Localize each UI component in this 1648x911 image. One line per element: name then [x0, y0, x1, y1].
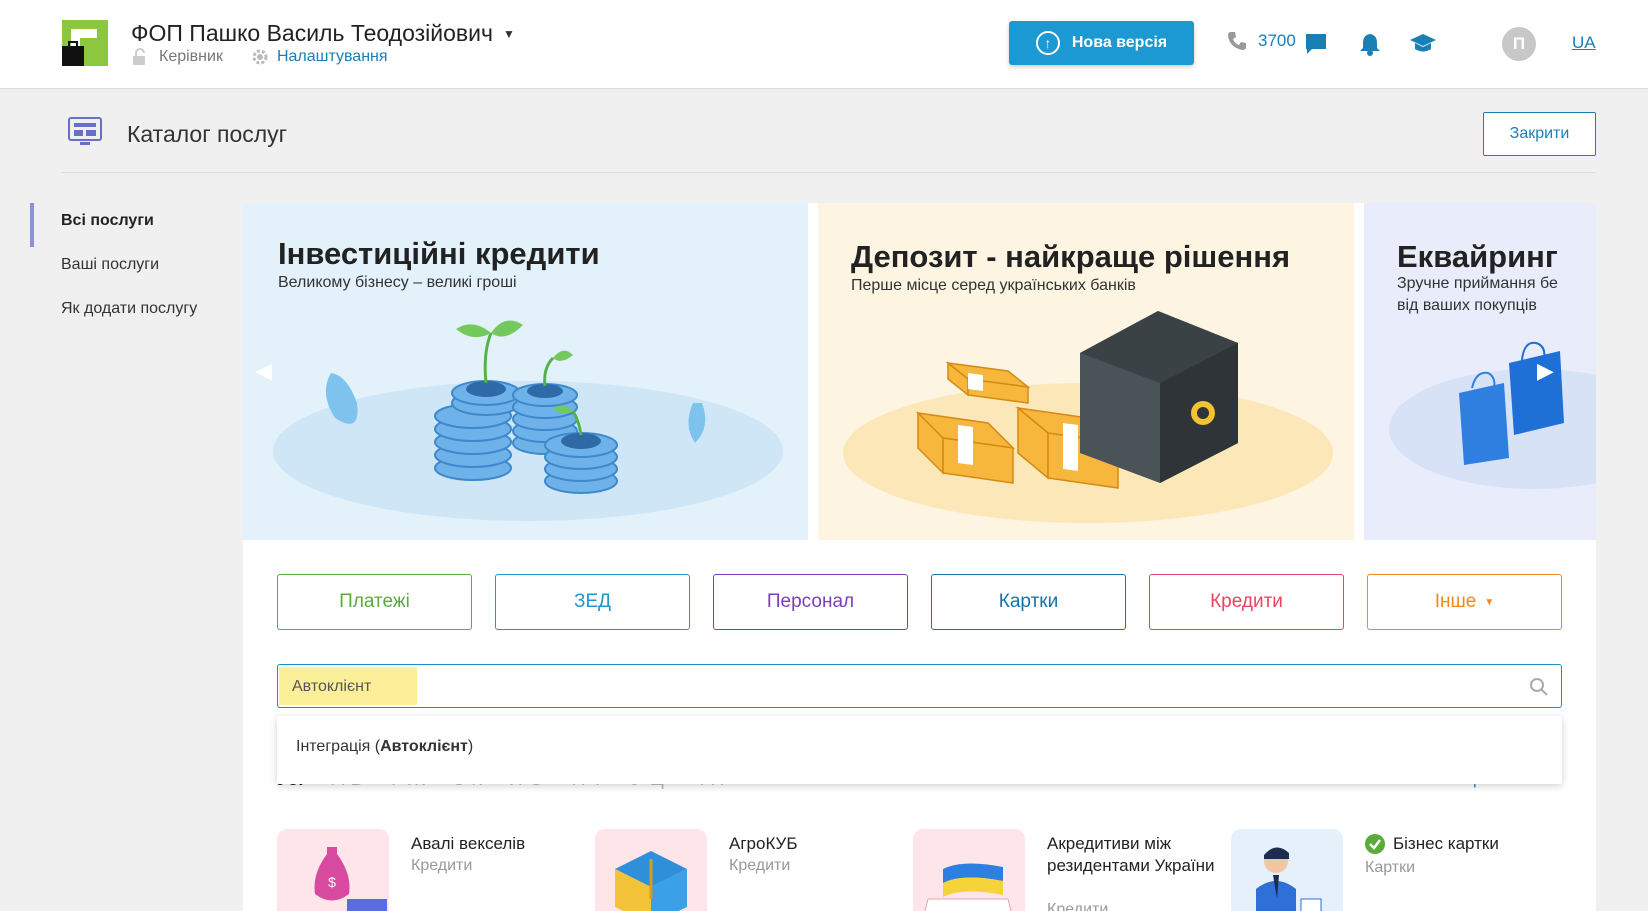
privat-logo-icon[interactable] — [62, 20, 108, 66]
avatar[interactable]: П — [1502, 27, 1536, 61]
gear-icon — [252, 49, 268, 65]
settings-label: Налаштування — [276, 48, 388, 65]
category-label: Кредити — [1210, 591, 1283, 612]
service-card[interactable]: Акредитиви між резидентами України Креди… — [913, 829, 1233, 911]
divider — [62, 172, 1596, 173]
category-label: Персонал — [766, 591, 855, 612]
caret-down-icon: ▼ — [502, 26, 515, 41]
service-card[interactable]: $ Авалі векселів Кредити — [277, 829, 597, 911]
company-name: ФОП Пашко Василь Теодозійович — [131, 20, 493, 46]
category-personnel-button[interactable]: Персонал — [713, 574, 908, 630]
settings-link[interactable]: Налаштування — [251, 48, 388, 66]
service-category: Кредити — [411, 857, 473, 874]
caret-down-icon: ▼ — [1484, 596, 1495, 608]
category-cards-button[interactable]: Картки — [931, 574, 1126, 630]
top-bar: ФОП Пашко Василь Теодозійович ▼ Керівник… — [0, 0, 1648, 89]
suggestion-suffix: ) — [467, 738, 474, 755]
phone-link[interactable]: 3700 — [1226, 30, 1296, 52]
graduation-cap-icon[interactable] — [1409, 30, 1437, 58]
sidebar-nav: Всі послуги Ваші послуги Як додати послу… — [30, 203, 230, 335]
sidebar-item-your-services[interactable]: Ваші послуги — [30, 247, 230, 291]
service-name-row: Бізнес картки — [1365, 833, 1535, 855]
banner-deposit[interactable]: Депозит - найкраще рішення Перше місце с… — [818, 203, 1354, 540]
chat-icon[interactable] — [1302, 30, 1330, 58]
service-category: Кредити — [729, 857, 791, 874]
arrow-up-icon: ↑ — [1035, 31, 1060, 55]
search-suggestions: Інтеграція (Автоклієнт) — [277, 716, 1562, 784]
business-person-icon — [1231, 829, 1343, 911]
search-input[interactable] — [292, 671, 1492, 703]
suggestion-match: Автоклієнт — [380, 738, 468, 755]
category-label: ЗЕД — [573, 591, 612, 612]
company-selector[interactable]: ФОП Пашко Василь Теодозійович ▼ — [131, 20, 515, 47]
banner-investment-credits[interactable]: Інвестиційні кредити Великому бізнесу – … — [243, 203, 808, 540]
search-icon[interactable] — [1529, 677, 1549, 697]
role-label: Керівник — [159, 48, 223, 65]
service-card[interactable]: АгроКУБ Кредити — [595, 829, 915, 911]
agro-cube-icon — [595, 829, 707, 911]
catalog-icon — [68, 117, 102, 145]
svg-text:$: $ — [328, 874, 336, 890]
service-category: Кредити — [1047, 901, 1109, 911]
service-name: Акредитиви між резидентами України — [1047, 834, 1215, 875]
phone-number: 3700 — [1258, 31, 1296, 50]
ukraine-flag-icon — [913, 829, 1025, 911]
catalog-panel: Інвестиційні кредити Великому бізнесу – … — [243, 203, 1596, 911]
service-name: АгроКУБ — [729, 834, 798, 853]
service-name: Авалі векселів — [411, 834, 526, 853]
phone-icon — [1228, 32, 1246, 50]
category-label: Платежі — [339, 591, 410, 612]
sidebar-item-all-services[interactable]: Всі послуги — [30, 203, 230, 247]
coins-illustration-icon — [273, 320, 783, 521]
banner-acquiring[interactable]: Еквайринг Зручне приймання бе від ваших … — [1364, 203, 1596, 540]
search-box — [277, 664, 1562, 708]
bell-icon[interactable] — [1356, 30, 1384, 58]
safe-and-money-illustration-icon — [843, 311, 1333, 523]
new-version-button[interactable]: ↑ Нова версія — [1009, 21, 1194, 65]
language-switch[interactable]: UA — [1572, 33, 1596, 53]
category-label: Картки — [998, 591, 1059, 612]
carousel-next-arrow-icon[interactable]: ▶ — [1537, 358, 1554, 384]
suggestion-prefix: Інтеграція ( — [296, 738, 381, 755]
category-label: Інше — [1434, 591, 1477, 612]
role-indicator: Керівник — [131, 48, 223, 66]
unlock-icon — [133, 48, 145, 65]
new-version-label: Нова версія — [1071, 34, 1168, 51]
category-credits-button[interactable]: Кредити — [1149, 574, 1344, 630]
category-filters: Платежі ЗЕД Персонал Картки Кредити Інше… — [277, 574, 1562, 630]
shopping-bags-illustration-icon — [1389, 341, 1596, 489]
sidebar-item-how-to-add[interactable]: Як додати послугу — [30, 291, 230, 335]
category-foreign-trade-button[interactable]: ЗЕД — [495, 574, 690, 630]
money-bag-icon: $ — [277, 829, 389, 911]
service-card[interactable]: Бізнес картки Картки — [1231, 829, 1551, 911]
category-other-dropdown[interactable]: Інше ▼ — [1367, 574, 1562, 630]
page-title: Каталог послуг — [127, 121, 288, 147]
service-name: Бізнес картки — [1393, 834, 1499, 853]
service-category: Картки — [1365, 859, 1416, 876]
check-circle-icon — [1365, 834, 1385, 854]
suggestion-item[interactable]: Інтеграція (Автоклієнт) — [296, 738, 473, 756]
close-button[interactable]: Закрити — [1483, 112, 1596, 156]
carousel-prev-arrow-icon[interactable]: ◀ — [255, 358, 272, 384]
category-payments-button[interactable]: Платежі — [277, 574, 472, 630]
